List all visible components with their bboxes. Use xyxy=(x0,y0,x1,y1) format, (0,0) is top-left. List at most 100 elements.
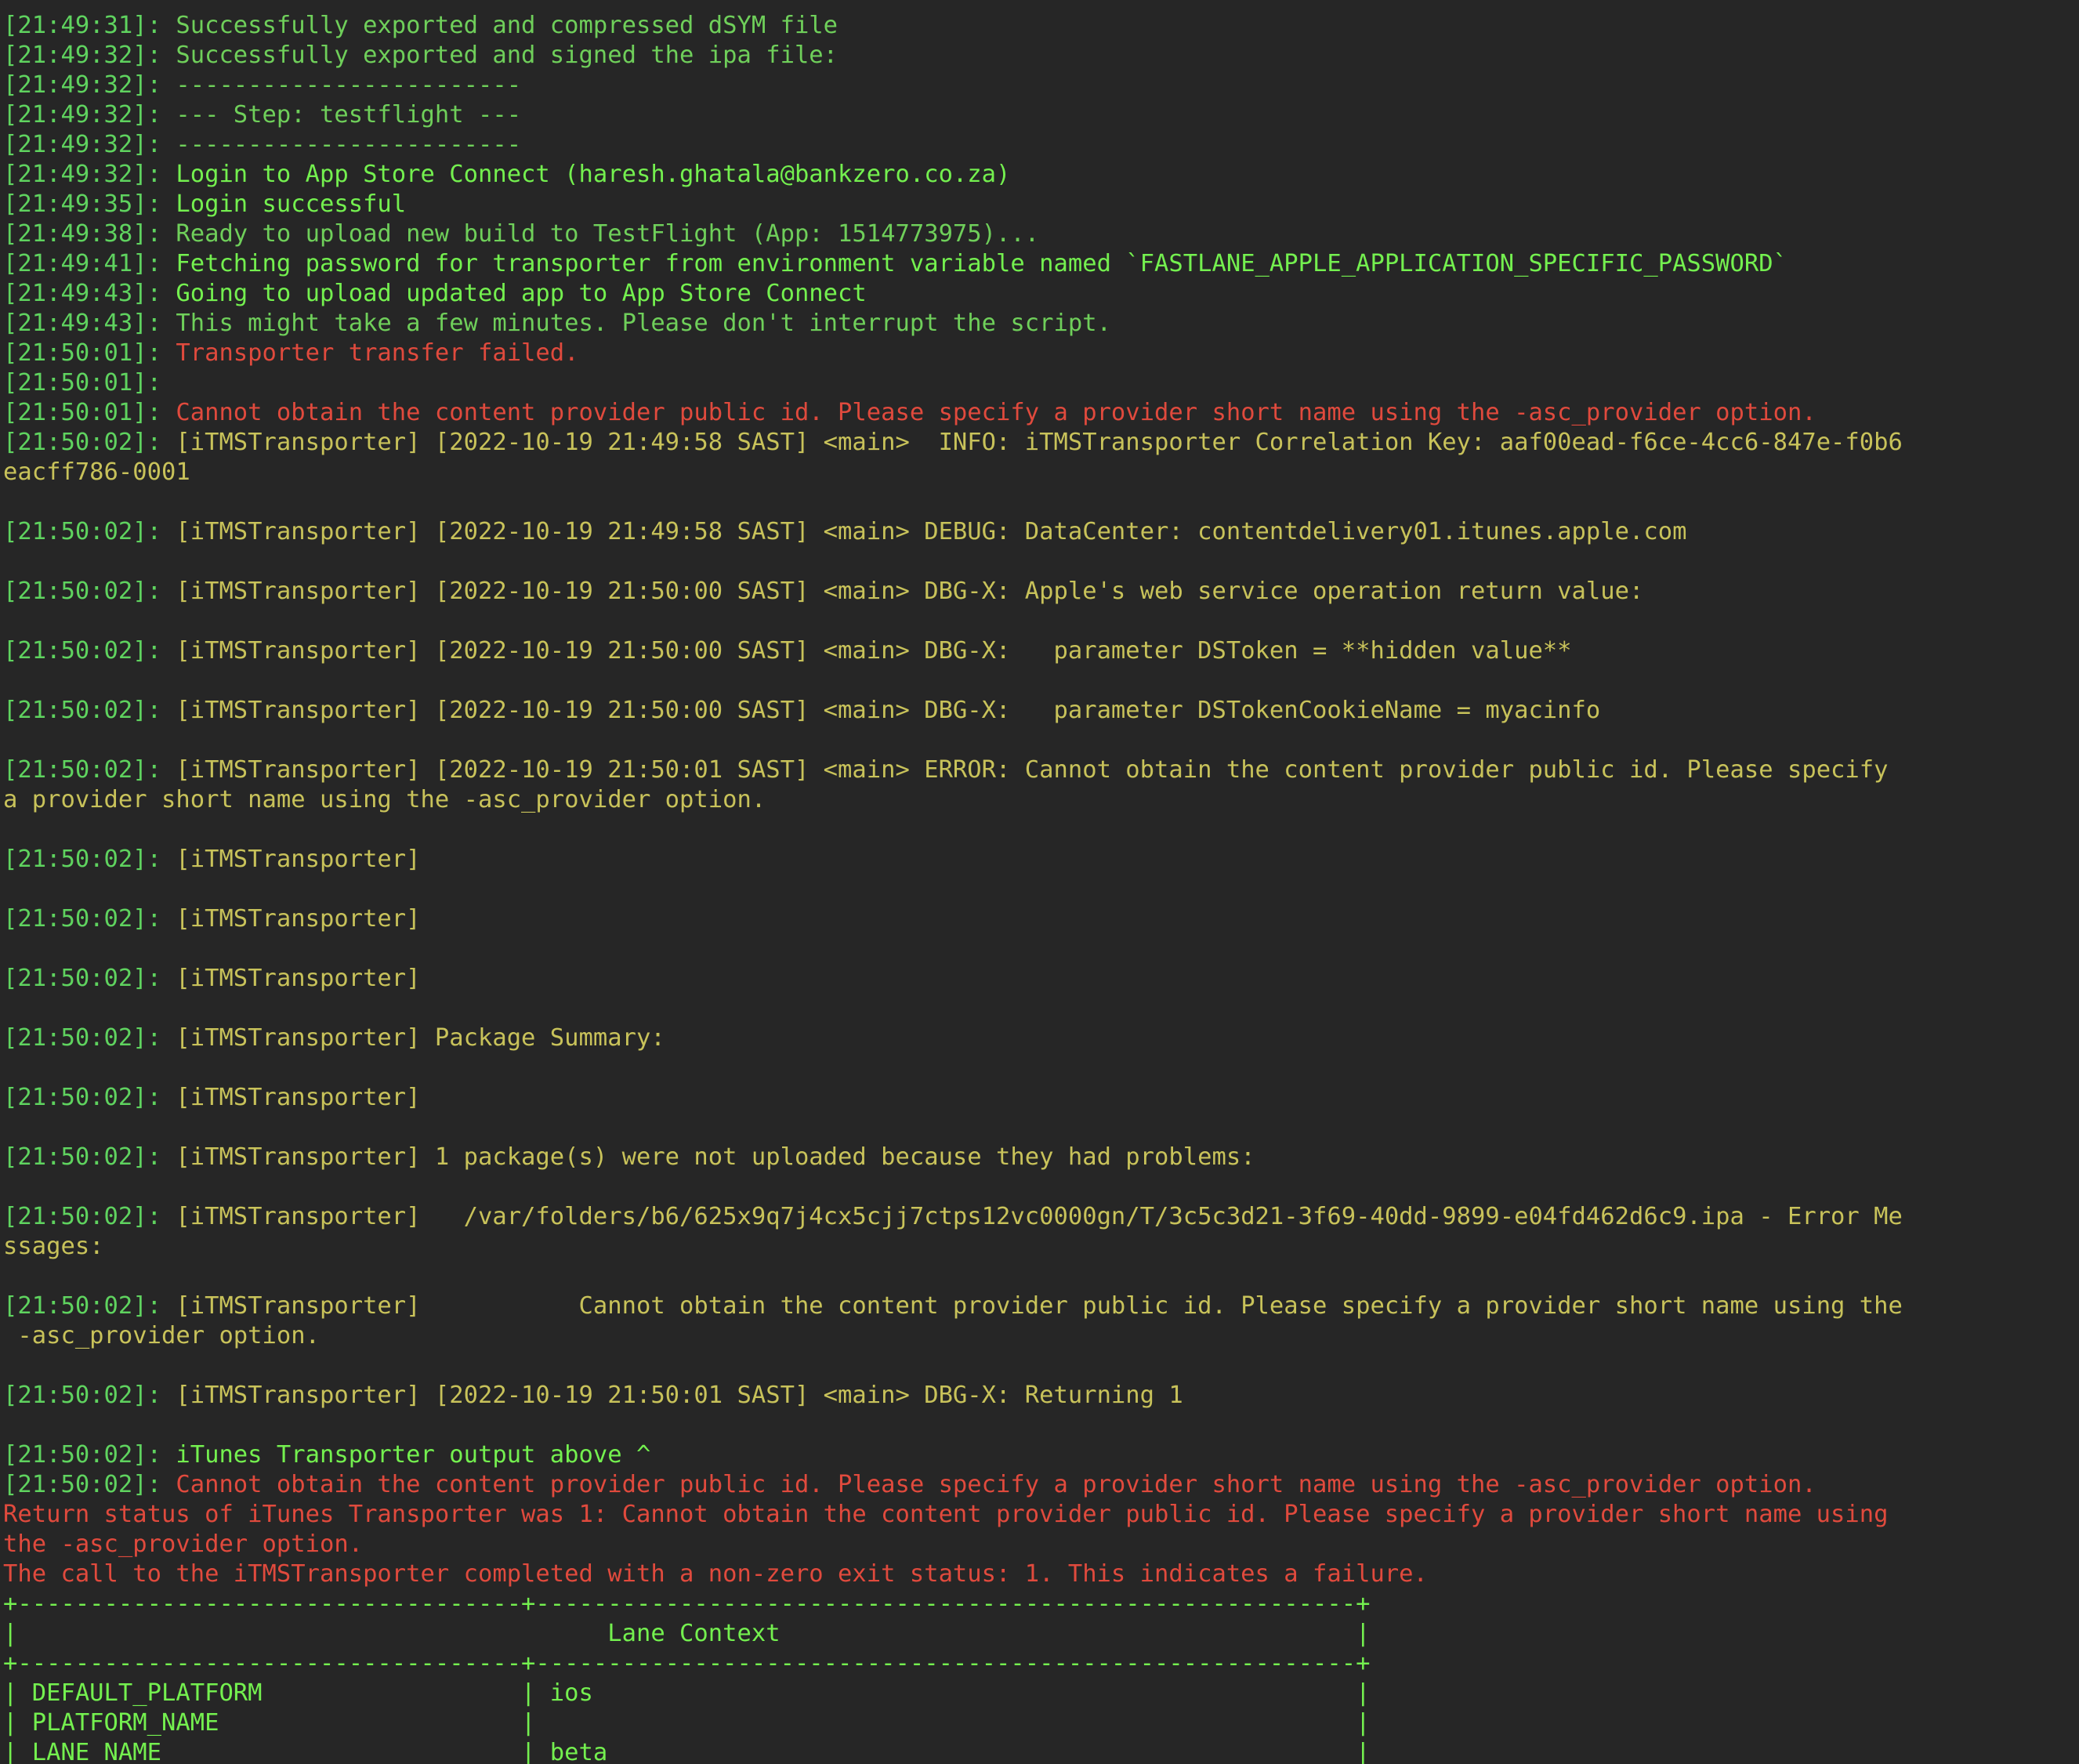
log-message: --- Step: testflight --- xyxy=(176,101,522,129)
lane-context-table-row: | DEFAULT_PLATFORM | ios | xyxy=(3,1679,1371,1707)
log-message: eacff786-0001 xyxy=(3,458,190,486)
log-timestamp: [21:50:02]: xyxy=(3,518,176,545)
log-timestamp: [21:50:01]: xyxy=(3,369,176,397)
log-message: [iTMSTransporter] [2022-10-19 21:50:01 S… xyxy=(176,756,1889,784)
lane-context-table-row: +-----------------------------------+---… xyxy=(3,1650,1371,1677)
log-timestamp: [21:50:02]: xyxy=(3,578,176,605)
log-line: [21:49:31]: Successfully exported and co… xyxy=(3,11,2079,41)
log-message: [iTMSTransporter] [2022-10-19 21:49:58 S… xyxy=(176,518,1687,545)
log-timestamp: [21:50:02]: xyxy=(3,1024,176,1052)
log-timestamp: [21:49:43]: xyxy=(3,310,176,337)
log-line: +-----------------------------------+---… xyxy=(3,1589,2079,1619)
log-timestamp: [21:49:35]: xyxy=(3,190,176,218)
log-message: [iTMSTransporter] Package Summary: xyxy=(176,1024,665,1052)
log-line: ssages: xyxy=(3,1232,2079,1262)
log-timestamp: [21:50:02]: xyxy=(3,1143,176,1171)
log-message: Transporter transfer failed. xyxy=(176,339,579,367)
log-message: iTunes Transporter output above ^ xyxy=(176,1441,651,1469)
log-timestamp: [21:49:43]: xyxy=(3,280,176,307)
log-line: [21:50:02]: [iTMSTransporter] [2022-10-1… xyxy=(3,696,2079,726)
log-timestamp: [21:50:02]: xyxy=(3,905,176,933)
log-line: [21:49:32]: --- Step: testflight --- xyxy=(3,100,2079,130)
log-message: [iTMSTransporter] xyxy=(176,1084,421,1111)
log-line: [21:49:32]: Login to App Store Connect (… xyxy=(3,160,2079,190)
log-line: -asc_provider option. xyxy=(3,1321,2079,1351)
log-message: [iTMSTransporter] xyxy=(176,846,421,873)
log-line: [21:49:35]: Login successful xyxy=(3,190,2079,219)
log-message: Login successful xyxy=(176,190,407,218)
log-line: [21:49:32]: ------------------------ xyxy=(3,130,2079,160)
log-line: The call to the iTMSTransporter complete… xyxy=(3,1559,2079,1589)
log-message: [iTMSTransporter] 1 package(s) were not … xyxy=(176,1143,1255,1171)
log-message: Return status of iTunes Transporter was … xyxy=(3,1501,1889,1528)
log-line: [21:50:02]: [iTMSTransporter] [2022-10-1… xyxy=(3,755,2079,785)
log-line: [21:50:02]: [iTMSTransporter] Cannot obt… xyxy=(3,1291,2079,1321)
log-line: [21:50:02]: [iTMSTransporter] [2022-10-1… xyxy=(3,428,2079,458)
log-line: [21:50:02]: [iTMSTransporter] xyxy=(3,904,2079,934)
log-timestamp: [21:49:31]: xyxy=(3,12,176,39)
log-line: eacff786-0001 xyxy=(3,458,2079,487)
log-line: [21:50:02]: Cannot obtain the content pr… xyxy=(3,1470,2079,1500)
log-line: [21:50:01]: Transporter transfer failed. xyxy=(3,339,2079,368)
log-line: [21:50:02]: [iTMSTransporter] Package Su… xyxy=(3,1023,2079,1053)
log-line: [21:50:02]: [iTMSTransporter] [2022-10-1… xyxy=(3,1381,2079,1411)
log-message: Cannot obtain the content provider publi… xyxy=(176,399,1816,426)
log-message: The call to the iTMSTransporter complete… xyxy=(3,1560,1428,1588)
log-line: Return status of iTunes Transporter was … xyxy=(3,1500,2079,1530)
log-timestamp: [21:50:02]: xyxy=(3,697,176,724)
log-line: [21:50:02]: [iTMSTransporter] [2022-10-1… xyxy=(3,517,2079,547)
log-timestamp: [21:49:32]: xyxy=(3,42,176,69)
log-line: [21:50:02]: [iTMSTransporter] xyxy=(3,845,2079,875)
log-line: [21:49:38]: Ready to upload new build to… xyxy=(3,219,2079,249)
log-message: Going to upload updated app to App Store… xyxy=(176,280,867,307)
log-line: | LANE_NAME | beta | xyxy=(3,1738,2079,1764)
log-message: Cannot obtain the content provider publi… xyxy=(176,1471,1816,1498)
log-line: [21:49:41]: Fetching password for transp… xyxy=(3,249,2079,279)
log-message: [iTMSTransporter] xyxy=(176,965,421,992)
log-message: a provider short name using the -asc_pro… xyxy=(3,786,766,813)
terminal-output[interactable]: [21:49:31]: Successfully exported and co… xyxy=(0,0,2079,1764)
log-timestamp: [21:50:01]: xyxy=(3,399,176,426)
log-line: [21:50:02]: iTunes Transporter output ab… xyxy=(3,1440,2079,1470)
log-line: [21:50:02]: [iTMSTransporter] [2022-10-1… xyxy=(3,577,2079,607)
log-message: [iTMSTransporter] [2022-10-19 21:50:00 S… xyxy=(176,578,1644,605)
log-message: [iTMSTransporter] [2022-10-19 21:50:00 S… xyxy=(176,697,1601,724)
log-message: Login to App Store Connect (haresh.ghata… xyxy=(176,161,1011,188)
log-timestamp: [21:50:02]: xyxy=(3,1084,176,1111)
log-message: Ready to upload new build to TestFlight … xyxy=(176,220,1040,248)
log-line: [21:50:01]: Cannot obtain the content pr… xyxy=(3,398,2079,428)
log-message: ------------------------ xyxy=(176,131,522,158)
log-line: [21:49:32]: ------------------------ xyxy=(3,71,2079,100)
log-line: +-----------------------------------+---… xyxy=(3,1649,2079,1679)
log-timestamp: [21:49:38]: xyxy=(3,220,176,248)
log-message: Fetching password for transporter from e… xyxy=(176,250,1787,277)
log-message: [iTMSTransporter] [2022-10-19 21:50:00 S… xyxy=(176,637,1572,665)
log-message: ssages: xyxy=(3,1233,104,1260)
log-line: the -asc_provider option. xyxy=(3,1530,2079,1559)
log-line: [21:50:01]: xyxy=(3,368,2079,398)
log-timestamp: [21:50:02]: xyxy=(3,846,176,873)
log-line: a provider short name using the -asc_pro… xyxy=(3,785,2079,815)
log-timestamp: [21:50:02]: xyxy=(3,1292,176,1320)
log-message: ------------------------ xyxy=(176,71,522,99)
log-line: | Lane Context | xyxy=(3,1619,2079,1649)
log-message: [iTMSTransporter] Cannot obtain the cont… xyxy=(176,1292,1903,1320)
lane-context-table-row: +-----------------------------------+---… xyxy=(3,1590,1371,1617)
log-timestamp: [21:49:32]: xyxy=(3,131,176,158)
log-timestamp: [21:50:02]: xyxy=(3,1441,176,1469)
